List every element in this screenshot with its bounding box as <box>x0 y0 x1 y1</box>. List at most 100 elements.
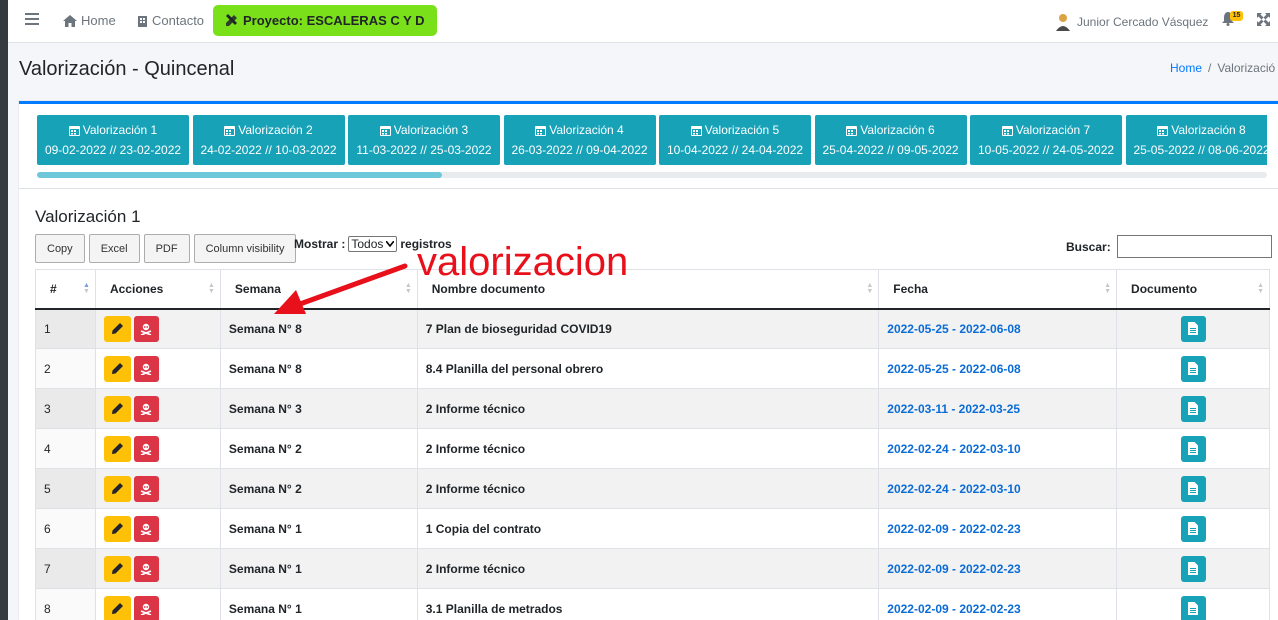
search-input[interactable] <box>1116 235 1272 258</box>
edit-button[interactable] <box>103 555 131 582</box>
view-document-button[interactable] <box>1180 395 1206 422</box>
cell-semana: Semana N° 2 <box>219 468 418 509</box>
top-navbar: Home Contacto Proyecto: ESCALERAS C Y D … <box>8 0 1278 43</box>
cell-fecha-link[interactable]: 2022-03-11 - 2022-03-25 <box>878 388 1118 429</box>
edit-button[interactable] <box>103 355 131 382</box>
column-header-documento[interactable]: Documento ▲ ▼ <box>1116 269 1270 310</box>
delete-button[interactable] <box>133 435 159 462</box>
skull-crossbones-icon <box>141 443 152 455</box>
row-actions <box>94 468 221 509</box>
annotation-label: valorizacion <box>417 240 629 284</box>
period-tab-6[interactable]: Valorización 6 25-04-2022 // 09-05-2022 <box>814 115 967 165</box>
edit-button[interactable] <box>103 595 131 620</box>
period-tab-range: 25-04-2022 // 09-05-2022 <box>822 143 959 157</box>
table-search: Buscar: <box>1066 235 1272 258</box>
cell-documento <box>1116 428 1270 469</box>
skull-crossbones-icon <box>141 523 152 535</box>
period-tabs-scrollbar-thumb[interactable] <box>37 172 442 178</box>
home-icon <box>63 14 77 27</box>
period-tab-3[interactable]: Valorización 3 11-03-2022 // 25-03-2022 <box>348 115 500 165</box>
period-tab-7[interactable]: Valorización 7 10-05-2022 // 24-05-2022 <box>970 115 1122 165</box>
skull-crossbones-icon <box>141 403 152 415</box>
view-document-button[interactable] <box>1180 355 1206 382</box>
period-tab-label: Valorización 3 <box>393 123 469 137</box>
cell-fecha-link[interactable]: 2022-02-09 - 2022-02-23 <box>878 548 1118 589</box>
row-number: 5 <box>35 468 96 509</box>
delete-button[interactable] <box>133 555 159 582</box>
cell-fecha-link[interactable]: 2022-02-09 - 2022-02-23 <box>878 588 1118 620</box>
period-tab-8[interactable]: Valorización 8 25-05-2022 // 08-06-2022 <box>1125 115 1267 165</box>
file-document-icon <box>1188 402 1199 415</box>
delete-button[interactable] <box>133 355 159 382</box>
file-document-icon <box>1188 602 1199 615</box>
cell-nombre-documento: 2 Informe técnico <box>416 388 880 429</box>
period-tab-5[interactable]: Valorización 5 10-04-2022 // 24-04-2022 <box>659 115 811 165</box>
row-actions <box>94 588 221 620</box>
column-header-fecha[interactable]: Fecha ▲ ▼ <box>878 269 1118 310</box>
column-visibility-button[interactable]: Column visibility <box>193 234 297 263</box>
page-title: Valorización - Quincenal <box>19 58 235 80</box>
table-row: 4 Semana N° 2 2 Informe técnico 2022-02-… <box>35 428 1270 469</box>
user-menu[interactable]: Junior Cercado Vásquez <box>1055 13 1208 31</box>
delete-button[interactable] <box>133 595 159 620</box>
view-document-button[interactable] <box>1180 315 1206 342</box>
period-tab-1[interactable]: Valorización 1 09-02-2022 // 23-02-2022 <box>37 115 189 165</box>
view-document-button[interactable] <box>1180 595 1206 620</box>
hamburger-menu-icon[interactable] <box>25 13 39 27</box>
cell-nombre-documento: 2 Informe técnico <box>416 548 880 589</box>
delete-button[interactable] <box>133 475 159 502</box>
edit-button[interactable] <box>103 475 131 502</box>
view-document-button[interactable] <box>1180 435 1206 462</box>
view-document-button[interactable] <box>1180 475 1206 502</box>
cell-fecha-link[interactable]: 2022-05-25 - 2022-06-08 <box>878 308 1118 349</box>
breadcrumb-home-link[interactable]: Home <box>1170 61 1202 75</box>
cell-fecha-link[interactable]: 2022-02-24 - 2022-03-10 <box>878 468 1118 509</box>
nav-home-link[interactable]: Home <box>63 13 116 28</box>
period-tab-2[interactable]: Valorización 2 24-02-2022 // 10-03-2022 <box>192 115 345 165</box>
cell-fecha-link[interactable]: 2022-02-09 - 2022-02-23 <box>878 508 1118 549</box>
calendar-icon <box>535 125 547 136</box>
edit-button[interactable] <box>103 315 131 342</box>
calendar-icon <box>379 125 391 136</box>
table-row: 5 Semana N° 2 2 Informe técnico 2022-02-… <box>35 468 1270 509</box>
cell-semana: Semana N° 3 <box>219 388 418 429</box>
view-document-button[interactable] <box>1180 555 1206 582</box>
fullscreen-expand-icon[interactable] <box>1257 13 1270 31</box>
delete-button[interactable] <box>133 515 159 542</box>
cell-documento <box>1116 508 1270 549</box>
delete-button[interactable] <box>133 315 159 342</box>
pdf-button[interactable]: PDF <box>143 234 190 263</box>
table-row: 6 Semana N° 1 1 Copia del contrato 2022-… <box>35 508 1270 549</box>
edit-button[interactable] <box>103 395 131 422</box>
breadcrumb: Home / Valorizació <box>1170 61 1275 75</box>
sort-icon: ▲ ▼ <box>1104 282 1112 295</box>
view-document-button[interactable] <box>1180 515 1206 542</box>
pencil-icon <box>111 483 123 494</box>
cell-semana: Semana N° 1 <box>219 508 418 549</box>
row-number: 1 <box>35 308 96 349</box>
cell-fecha-link[interactable]: 2022-05-25 - 2022-06-08 <box>878 348 1118 389</box>
nav-contact-link[interactable]: Contacto <box>137 13 204 28</box>
period-tab-4[interactable]: Valorización 4 26-03-2022 // 09-04-2022 <box>503 115 656 165</box>
project-badge-button[interactable]: Proyecto: ESCALERAS C Y D <box>213 5 437 36</box>
period-tab-range: 26-03-2022 // 09-04-2022 <box>511 143 648 157</box>
table-row: 3 Semana N° 3 2 Informe técnico 2022-03-… <box>35 388 1270 429</box>
column-header-acciones[interactable]: Acciones ▲ ▼ <box>94 269 221 310</box>
period-tab-label: Valorización 2 <box>238 123 313 137</box>
delete-button[interactable] <box>133 395 159 422</box>
edit-button[interactable] <box>103 515 131 542</box>
column-header-number[interactable]: # ▲ ▼ <box>35 269 96 310</box>
period-tabs-strip: Valorización 1 09-02-2022 // 23-02-2022 … <box>37 115 1267 167</box>
excel-button[interactable]: Excel <box>88 234 140 263</box>
edit-button[interactable] <box>103 435 131 462</box>
nav-home-label: Home <box>81 13 116 28</box>
row-number: 2 <box>35 348 96 389</box>
cell-fecha-link[interactable]: 2022-02-24 - 2022-03-10 <box>878 428 1118 469</box>
page-length-select[interactable]: Todos <box>348 236 398 252</box>
period-tabs-scrollbar[interactable] <box>37 172 1267 178</box>
cell-documento <box>1116 548 1270 589</box>
calendar-icon <box>224 125 236 136</box>
copy-button[interactable]: Copy <box>35 234 85 263</box>
show-label: Mostrar : <box>294 237 346 251</box>
cell-documento <box>1116 388 1270 429</box>
